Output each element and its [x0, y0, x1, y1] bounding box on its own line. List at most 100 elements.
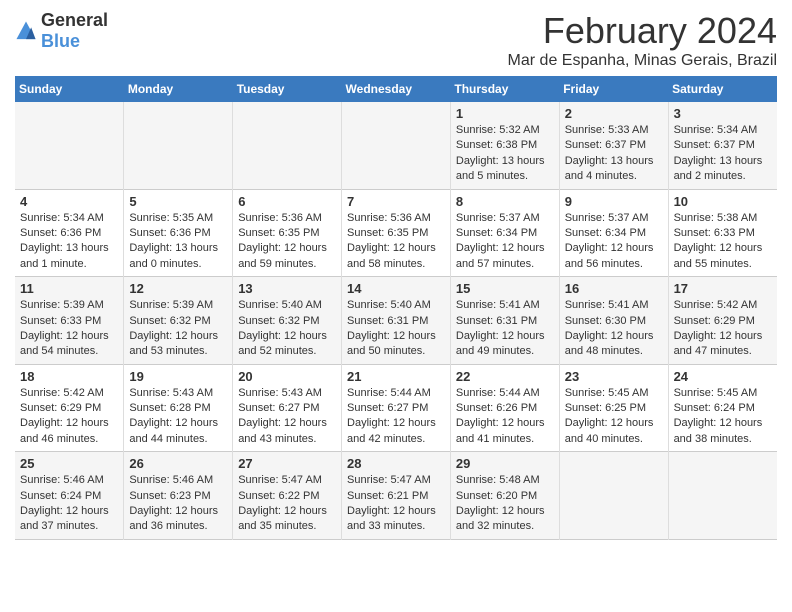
calendar-cell: 20Sunrise: 5:43 AM Sunset: 6:27 PM Dayli…	[233, 364, 342, 452]
day-info: Sunrise: 5:36 AM Sunset: 6:35 PM Dayligh…	[238, 211, 336, 273]
day-number: 21	[347, 369, 445, 384]
day-info: Sunrise: 5:37 AM Sunset: 6:34 PM Dayligh…	[565, 211, 663, 273]
calendar-cell	[15, 102, 124, 189]
day-info: Sunrise: 5:40 AM Sunset: 6:32 PM Dayligh…	[238, 298, 336, 360]
day-info: Sunrise: 5:34 AM Sunset: 6:37 PM Dayligh…	[674, 123, 772, 185]
title-section: February 2024 Mar de Espanha, Minas Gera…	[508, 10, 777, 70]
day-number: 5	[129, 194, 227, 209]
logo-general-text: General	[41, 10, 108, 30]
day-number: 19	[129, 369, 227, 384]
calendar-cell: 9 Sunrise: 5:37 AM Sunset: 6:34 PM Daylig…	[559, 189, 668, 277]
day-info: Sunrise: 5:48 AM Sunset: 6:20 PM Dayligh…	[456, 473, 554, 535]
calendar-subtitle: Mar de Espanha, Minas Gerais, Brazil	[508, 52, 777, 70]
day-number: 7	[347, 194, 445, 209]
day-number: 14	[347, 281, 445, 296]
day-info: Sunrise: 5:38 AM Sunset: 6:33 PM Dayligh…	[674, 211, 772, 273]
calendar-cell: 4 Sunrise: 5:34 AM Sunset: 6:36 PM Daylig…	[15, 189, 124, 277]
calendar-cell: 11 Sunrise: 5:39 AM Sunset: 6:33 PM Dayli…	[15, 277, 124, 365]
calendar-cell: 29 Sunrise: 5:48 AM Sunset: 6:20 PM Dayli…	[450, 452, 559, 540]
day-info: Sunrise: 5:39 AM Sunset: 6:33 PM Dayligh…	[20, 298, 118, 360]
calendar-week-row: 18 Sunrise: 5:42 AM Sunset: 6:29 PM Dayli…	[15, 364, 777, 452]
calendar-cell: 6 Sunrise: 5:36 AM Sunset: 6:35 PM Daylig…	[233, 189, 342, 277]
calendar-cell: 12Sunrise: 5:39 AM Sunset: 6:32 PM Dayli…	[124, 277, 233, 365]
day-info: Sunrise: 5:44 AM Sunset: 6:26 PM Dayligh…	[456, 386, 554, 448]
day-info: Sunrise: 5:44 AM Sunset: 6:27 PM Dayligh…	[347, 386, 445, 448]
day-info: Sunrise: 5:42 AM Sunset: 6:29 PM Dayligh…	[674, 298, 772, 360]
calendar-cell: 28 Sunrise: 5:47 AM Sunset: 6:21 PM Dayli…	[342, 452, 451, 540]
calendar-cell: 18 Sunrise: 5:42 AM Sunset: 6:29 PM Dayli…	[15, 364, 124, 452]
day-info: Sunrise: 5:45 AM Sunset: 6:25 PM Dayligh…	[565, 386, 663, 448]
day-info: Sunrise: 5:32 AM Sunset: 6:38 PM Dayligh…	[456, 123, 554, 185]
day-number: 2	[565, 106, 663, 121]
day-info: Sunrise: 5:42 AM Sunset: 6:29 PM Dayligh…	[20, 386, 118, 448]
day-number: 26	[129, 456, 227, 471]
weekday-header-tuesday: Tuesday	[233, 76, 342, 102]
logo-blue-text: Blue	[41, 31, 80, 51]
calendar-cell: 2 Sunrise: 5:33 AM Sunset: 6:37 PM Daylig…	[559, 102, 668, 189]
calendar-cell: 21 Sunrise: 5:44 AM Sunset: 6:27 PM Dayli…	[342, 364, 451, 452]
weekday-header-row: SundayMondayTuesdayWednesdayThursdayFrid…	[15, 76, 777, 102]
day-number: 4	[20, 194, 118, 209]
day-number: 22	[456, 369, 554, 384]
calendar-cell: 1 Sunrise: 5:32 AM Sunset: 6:38 PM Daylig…	[450, 102, 559, 189]
day-info: Sunrise: 5:47 AM Sunset: 6:22 PM Dayligh…	[238, 473, 336, 535]
weekday-header-saturday: Saturday	[668, 76, 777, 102]
day-info: Sunrise: 5:46 AM Sunset: 6:24 PM Dayligh…	[20, 473, 118, 535]
calendar-cell: 25 Sunrise: 5:46 AM Sunset: 6:24 PM Dayli…	[15, 452, 124, 540]
day-number: 10	[674, 194, 772, 209]
weekday-header-monday: Monday	[124, 76, 233, 102]
calendar-cell: 23 Sunrise: 5:45 AM Sunset: 6:25 PM Dayli…	[559, 364, 668, 452]
day-number: 11	[20, 281, 118, 296]
calendar-cell: 27Sunrise: 5:47 AM Sunset: 6:22 PM Dayli…	[233, 452, 342, 540]
day-info: Sunrise: 5:33 AM Sunset: 6:37 PM Dayligh…	[565, 123, 663, 185]
calendar-cell	[559, 452, 668, 540]
day-number: 16	[565, 281, 663, 296]
page-header: General Blue February 2024 Mar de Espanh…	[15, 10, 777, 70]
calendar-cell: 8 Sunrise: 5:37 AM Sunset: 6:34 PM Daylig…	[450, 189, 559, 277]
day-number: 20	[238, 369, 336, 384]
day-info: Sunrise: 5:34 AM Sunset: 6:36 PM Dayligh…	[20, 211, 118, 273]
calendar-table: SundayMondayTuesdayWednesdayThursdayFrid…	[15, 76, 777, 540]
day-info: Sunrise: 5:47 AM Sunset: 6:21 PM Dayligh…	[347, 473, 445, 535]
calendar-cell: 5 Sunrise: 5:35 AM Sunset: 6:36 PM Daylig…	[124, 189, 233, 277]
day-info: Sunrise: 5:36 AM Sunset: 6:35 PM Dayligh…	[347, 211, 445, 273]
calendar-cell	[342, 102, 451, 189]
day-number: 28	[347, 456, 445, 471]
calendar-cell: 17 Sunrise: 5:42 AM Sunset: 6:29 PM Dayli…	[668, 277, 777, 365]
weekday-header-sunday: Sunday	[15, 76, 124, 102]
calendar-week-row: 4 Sunrise: 5:34 AM Sunset: 6:36 PM Daylig…	[15, 189, 777, 277]
day-info: Sunrise: 5:39 AM Sunset: 6:32 PM Dayligh…	[129, 298, 227, 360]
day-number: 8	[456, 194, 554, 209]
day-info: Sunrise: 5:35 AM Sunset: 6:36 PM Dayligh…	[129, 211, 227, 273]
day-number: 3	[674, 106, 772, 121]
day-number: 9	[565, 194, 663, 209]
calendar-cell: 10 Sunrise: 5:38 AM Sunset: 6:33 PM Dayli…	[668, 189, 777, 277]
day-info: Sunrise: 5:41 AM Sunset: 6:30 PM Dayligh…	[565, 298, 663, 360]
calendar-cell: 22 Sunrise: 5:44 AM Sunset: 6:26 PM Dayli…	[450, 364, 559, 452]
day-number: 15	[456, 281, 554, 296]
calendar-cell: 14 Sunrise: 5:40 AM Sunset: 6:31 PM Dayli…	[342, 277, 451, 365]
day-number: 18	[20, 369, 118, 384]
day-number: 1	[456, 106, 554, 121]
calendar-cell: 16 Sunrise: 5:41 AM Sunset: 6:30 PM Dayli…	[559, 277, 668, 365]
day-info: Sunrise: 5:43 AM Sunset: 6:28 PM Dayligh…	[129, 386, 227, 448]
calendar-cell: 13 Sunrise: 5:40 AM Sunset: 6:32 PM Dayli…	[233, 277, 342, 365]
day-number: 17	[674, 281, 772, 296]
calendar-cell	[668, 452, 777, 540]
day-info: Sunrise: 5:40 AM Sunset: 6:31 PM Dayligh…	[347, 298, 445, 360]
day-info: Sunrise: 5:37 AM Sunset: 6:34 PM Dayligh…	[456, 211, 554, 273]
day-number: 6	[238, 194, 336, 209]
calendar-cell: 19 Sunrise: 5:43 AM Sunset: 6:28 PM Dayli…	[124, 364, 233, 452]
weekday-header-friday: Friday	[559, 76, 668, 102]
day-number: 23	[565, 369, 663, 384]
calendar-title: February 2024	[508, 10, 777, 52]
day-number: 13	[238, 281, 336, 296]
calendar-week-row: 11 Sunrise: 5:39 AM Sunset: 6:33 PM Dayli…	[15, 277, 777, 365]
weekday-header-thursday: Thursday	[450, 76, 559, 102]
day-info: Sunrise: 5:45 AM Sunset: 6:24 PM Dayligh…	[674, 386, 772, 448]
day-number: 25	[20, 456, 118, 471]
calendar-cell: 26Sunrise: 5:46 AM Sunset: 6:23 PM Dayli…	[124, 452, 233, 540]
day-number: 29	[456, 456, 554, 471]
calendar-cell: 7 Sunrise: 5:36 AM Sunset: 6:35 PM Daylig…	[342, 189, 451, 277]
calendar-week-row: 1 Sunrise: 5:32 AM Sunset: 6:38 PM Daylig…	[15, 102, 777, 189]
